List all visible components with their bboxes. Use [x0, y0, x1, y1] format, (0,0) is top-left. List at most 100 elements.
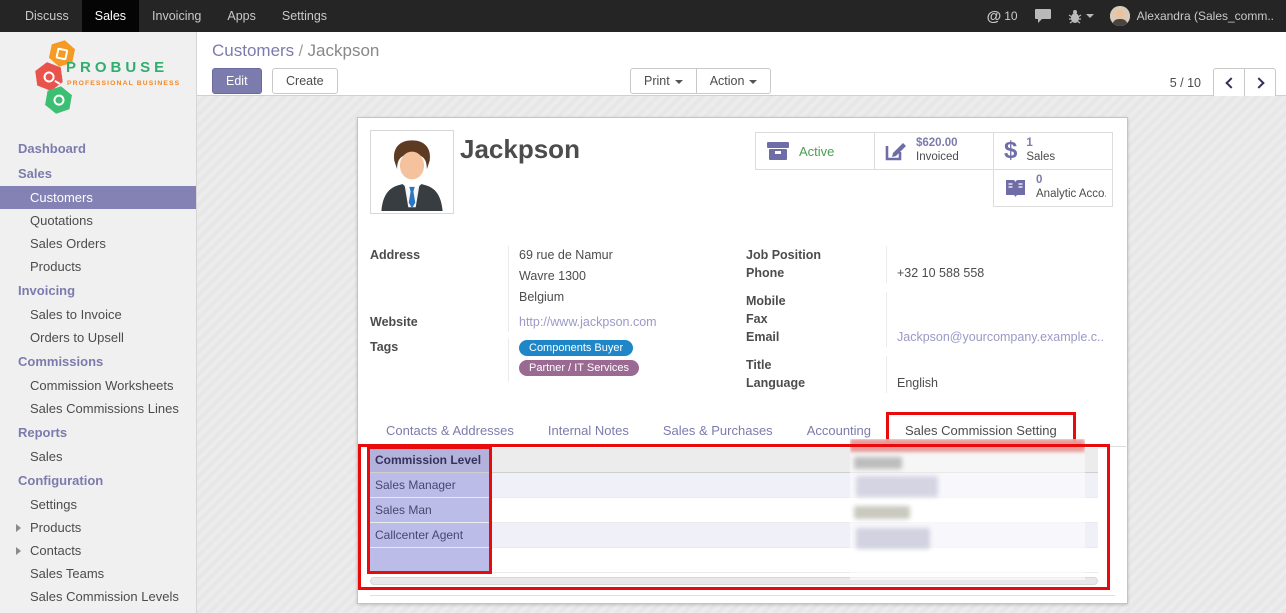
sidebar-item-config-contacts[interactable]: Contacts	[0, 539, 196, 562]
tags-label: Tags	[370, 338, 508, 382]
mobile-value	[886, 292, 1114, 310]
sales-count: 1	[1026, 137, 1055, 151]
website-label: Website	[370, 313, 508, 332]
redacted-region	[850, 439, 1085, 580]
sidebar-section-configuration[interactable]: Configuration	[0, 468, 196, 493]
pager: 5 / 10	[1170, 68, 1276, 98]
user-name: Alexandra (Sales_comm..	[1137, 9, 1274, 23]
sidebar-item-sales-orders[interactable]: Sales Orders	[0, 232, 196, 255]
expand-icon	[16, 547, 21, 555]
menu-settings[interactable]: Settings	[269, 0, 340, 32]
bug-icon	[1068, 9, 1082, 24]
pager-previous-button[interactable]	[1213, 68, 1245, 98]
address-value: 69 rue de Namur Wavre 1300 Belgium	[508, 246, 742, 313]
sidebar-item-commission-worksheets[interactable]: Commission Worksheets	[0, 374, 196, 397]
fax-label: Fax	[746, 310, 886, 328]
user-avatar	[1110, 6, 1130, 26]
sidebar-item-sales-commission-levels[interactable]: Sales Commission Levels	[0, 585, 196, 608]
sidebar: PROBUSE PROFESSIONAL BUSINESS Dashboard …	[0, 32, 197, 613]
debug-menu[interactable]	[1068, 9, 1094, 24]
job-position-label: Job Position	[746, 246, 886, 264]
sidebar-section-reports[interactable]: Reports	[0, 420, 196, 445]
commission-level-cell: Sales Man	[370, 498, 492, 522]
tab-contacts-addresses[interactable]: Contacts & Addresses	[369, 414, 531, 446]
menu-discuss[interactable]: Discuss	[12, 0, 82, 32]
top-navbar: Discuss Sales Invoicing Apps Settings 10	[0, 0, 1286, 32]
phone-value: +32 10 588 558	[886, 264, 1114, 283]
form-view-background: Jackpson Active	[197, 96, 1286, 613]
chevron-right-icon	[1253, 77, 1264, 88]
sidebar-item-sales-to-invoice[interactable]: Sales to Invoice	[0, 303, 196, 326]
sidebar-item-dashboard[interactable]: Dashboard	[0, 136, 196, 161]
sidebar-item-sales-commissions-lines[interactable]: Sales Commissions Lines	[0, 397, 196, 420]
create-button[interactable]: Create	[272, 68, 338, 94]
menu-invoicing[interactable]: Invoicing	[139, 0, 214, 32]
top-menu: Discuss Sales Invoicing Apps Settings	[0, 0, 340, 32]
edit-note-icon	[885, 141, 907, 161]
user-menu[interactable]: Alexandra (Sales_comm..	[1110, 6, 1274, 26]
sidebar-item-products[interactable]: Products	[0, 255, 196, 278]
breadcrumb-separator	[294, 41, 307, 60]
field-group-right: Job Position Phone +32 10 588 558 Mobile…	[746, 246, 1114, 393]
commission-level-cell: Sales Manager	[370, 473, 492, 497]
print-button[interactable]: Print	[630, 68, 697, 94]
menu-apps[interactable]: Apps	[214, 0, 269, 32]
sidebar-item-sales-teams[interactable]: Sales Teams	[0, 562, 196, 585]
analytic-label: Analytic Acco...	[1036, 188, 1106, 202]
sidebar-item-orders-to-upsell[interactable]: Orders to Upsell	[0, 326, 196, 349]
address-label: Address	[370, 246, 508, 313]
sidebar-item-quotations[interactable]: Quotations	[0, 209, 196, 232]
sales-stat-button[interactable]: 1 Sales	[993, 132, 1113, 170]
content-area: Customers Jackpson Edit Create Print Acti…	[197, 32, 1286, 613]
analytic-count: 0	[1036, 174, 1106, 188]
chevron-down-icon	[675, 80, 683, 84]
control-panel: CustomersJackpson Edit Create Print Acti…	[197, 32, 1286, 96]
messages-icon[interactable]	[1034, 8, 1052, 24]
language-label: Language	[746, 374, 886, 393]
active-status-label: Active	[799, 144, 834, 159]
sidebar-item-config-settings[interactable]: Settings	[0, 493, 196, 516]
breadcrumb-customers-link[interactable]: Customers	[212, 41, 294, 60]
sidebar-section-invoicing[interactable]: Invoicing	[0, 278, 196, 303]
sidebar-item-config-products[interactable]: Products	[0, 516, 196, 539]
action-button[interactable]: Action	[696, 68, 772, 94]
pager-next-button[interactable]	[1244, 68, 1276, 98]
commission-level-cell-empty	[370, 548, 492, 572]
title-value	[886, 356, 1114, 374]
menu-sales[interactable]: Sales	[82, 0, 139, 32]
tag-partner-it-services: Partner / IT Services	[519, 360, 639, 376]
app-window: Discuss Sales Invoicing Apps Settings 10	[0, 0, 1286, 613]
sidebar-nav: Dashboard Sales Customers Quotations Sal…	[0, 128, 196, 608]
record-title: Jackpson	[460, 134, 580, 165]
email-link[interactable]: Jackpson@yourcompany.example.c..	[897, 330, 1104, 344]
active-stat-button[interactable]: Active	[755, 132, 875, 170]
mobile-label: Mobile	[746, 292, 886, 310]
logo-subtitle: PROFESSIONAL BUSINESS	[67, 80, 180, 87]
chevron-down-icon	[749, 80, 757, 84]
commission-level-column-header[interactable]: Commission Level	[370, 448, 492, 472]
tab-internal-notes[interactable]: Internal Notes	[531, 414, 646, 446]
edit-button[interactable]: Edit	[212, 68, 262, 94]
tag-components-buyer: Components Buyer	[519, 340, 633, 356]
sidebar-section-sales[interactable]: Sales	[0, 161, 196, 186]
tags-value: Components Buyer Partner / IT Services	[508, 338, 742, 382]
sidebar-section-commissions[interactable]: Commissions	[0, 349, 196, 374]
website-link[interactable]: http://www.jackpson.com	[519, 315, 657, 329]
email-label: Email	[746, 328, 886, 347]
sidebar-item-reports-sales[interactable]: Sales	[0, 445, 196, 468]
archive-box-icon	[766, 142, 790, 161]
expand-icon	[16, 524, 21, 532]
pager-counter: 5 / 10	[1170, 76, 1201, 90]
phone-label: Phone	[746, 264, 886, 283]
analytic-accounts-stat-button[interactable]: 0 Analytic Acco...	[993, 169, 1113, 207]
tab-sales-purchases[interactable]: Sales & Purchases	[646, 414, 790, 446]
sidebar-item-customers[interactable]: Customers	[0, 186, 196, 209]
mentions-counter[interactable]: 10	[987, 8, 1018, 25]
invoiced-stat-button[interactable]: $620.00 Invoiced	[874, 132, 994, 170]
invoiced-amount: $620.00	[916, 137, 959, 151]
logo-title: PROBUSE	[66, 59, 168, 76]
fax-value	[886, 310, 1114, 328]
chevron-down-icon	[1086, 14, 1094, 18]
app-logo: PROBUSE PROFESSIONAL BUSINESS	[0, 32, 196, 128]
field-group-left: Address 69 rue de Namur Wavre 1300 Belgi…	[370, 246, 742, 382]
